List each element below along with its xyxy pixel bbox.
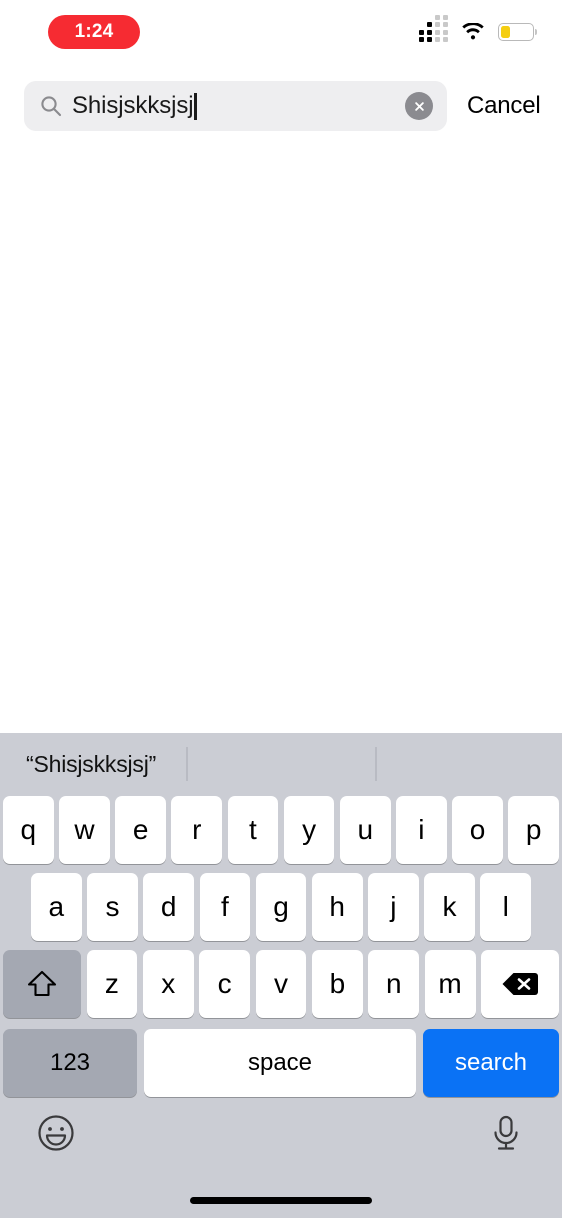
key-n[interactable]: n: [368, 950, 420, 1018]
key-o[interactable]: o: [452, 796, 503, 864]
keyboard-row-3: z x c v b n m: [0, 950, 562, 1018]
numbers-key[interactable]: 123: [3, 1029, 137, 1097]
keyboard-row-1: q w e r t y u i o p: [0, 796, 562, 864]
home-indicator[interactable]: [190, 1197, 372, 1204]
key-u[interactable]: u: [339, 796, 391, 864]
search-input-text: Shisjskksjsj: [72, 92, 405, 120]
key-k[interactable]: k: [424, 873, 475, 941]
search-input[interactable]: Shisjskksjsj: [24, 81, 447, 131]
clear-icon[interactable]: [405, 92, 433, 120]
search-icon: [41, 96, 62, 117]
battery-icon: [498, 23, 534, 41]
key-m[interactable]: m: [424, 950, 476, 1018]
keyboard-bottom-row: [0, 1097, 562, 1218]
text-cursor: [194, 92, 197, 120]
cellular-signal-icon: [419, 14, 448, 42]
key-y[interactable]: y: [283, 796, 335, 864]
key-i[interactable]: i: [396, 796, 447, 864]
suggestion-divider: [375, 747, 377, 781]
key-s[interactable]: s: [87, 873, 138, 941]
backspace-key[interactable]: [481, 950, 560, 1018]
suggestion-item[interactable]: “Shisjskksjsj”: [0, 751, 156, 778]
search-value: Shisjskksjsj: [72, 92, 194, 119]
key-f[interactable]: f: [199, 873, 251, 941]
key-e[interactable]: e: [115, 796, 166, 864]
emoji-key[interactable]: [34, 1111, 78, 1155]
phone-screen: 1:24 Shisjskksjsj Cancel “Shisjskksjsj” …: [0, 0, 562, 1218]
cancel-button[interactable]: Cancel: [467, 92, 541, 120]
key-l[interactable]: l: [480, 873, 532, 941]
dictation-key[interactable]: [484, 1111, 528, 1155]
shift-icon: [27, 970, 57, 997]
search-bar: Shisjskksjsj Cancel: [0, 80, 562, 132]
key-z[interactable]: z: [86, 950, 138, 1018]
status-time: 1:24: [74, 21, 114, 42]
key-b[interactable]: b: [311, 950, 363, 1018]
key-g[interactable]: g: [255, 873, 307, 941]
key-j[interactable]: j: [368, 873, 419, 941]
emoji-icon: [38, 1115, 74, 1151]
suggestion-bar: “Shisjskksjsj”: [0, 733, 562, 796]
close-icon: [414, 101, 424, 111]
status-bar: 1:24: [0, 0, 562, 70]
key-p[interactable]: p: [508, 796, 560, 864]
screen-recording-indicator[interactable]: 1:24: [48, 15, 140, 49]
keyboard-row-2: a s d f g h j k l: [0, 873, 562, 941]
key-q[interactable]: q: [2, 796, 54, 864]
key-r[interactable]: r: [171, 796, 223, 864]
suggestion-divider: [186, 747, 188, 781]
key-a[interactable]: a: [30, 873, 82, 941]
key-c[interactable]: c: [199, 950, 251, 1018]
results-area: [0, 133, 562, 733]
key-d[interactable]: d: [143, 873, 194, 941]
shift-key[interactable]: [3, 950, 81, 1018]
microphone-icon: [494, 1115, 518, 1150]
search-key[interactable]: search: [423, 1029, 559, 1097]
key-v[interactable]: v: [255, 950, 307, 1018]
status-icons: [419, 14, 534, 42]
key-x[interactable]: x: [142, 950, 194, 1018]
keyboard-row-4: 123 space search: [0, 1029, 562, 1097]
wifi-icon: [462, 22, 484, 39]
backspace-icon: [502, 973, 539, 995]
space-key[interactable]: space: [144, 1029, 416, 1097]
key-w[interactable]: w: [59, 796, 110, 864]
key-t[interactable]: t: [227, 796, 279, 864]
onscreen-keyboard: “Shisjskksjsj” q w e r t y u i o p a s d…: [0, 733, 562, 1218]
key-h[interactable]: h: [311, 873, 363, 941]
